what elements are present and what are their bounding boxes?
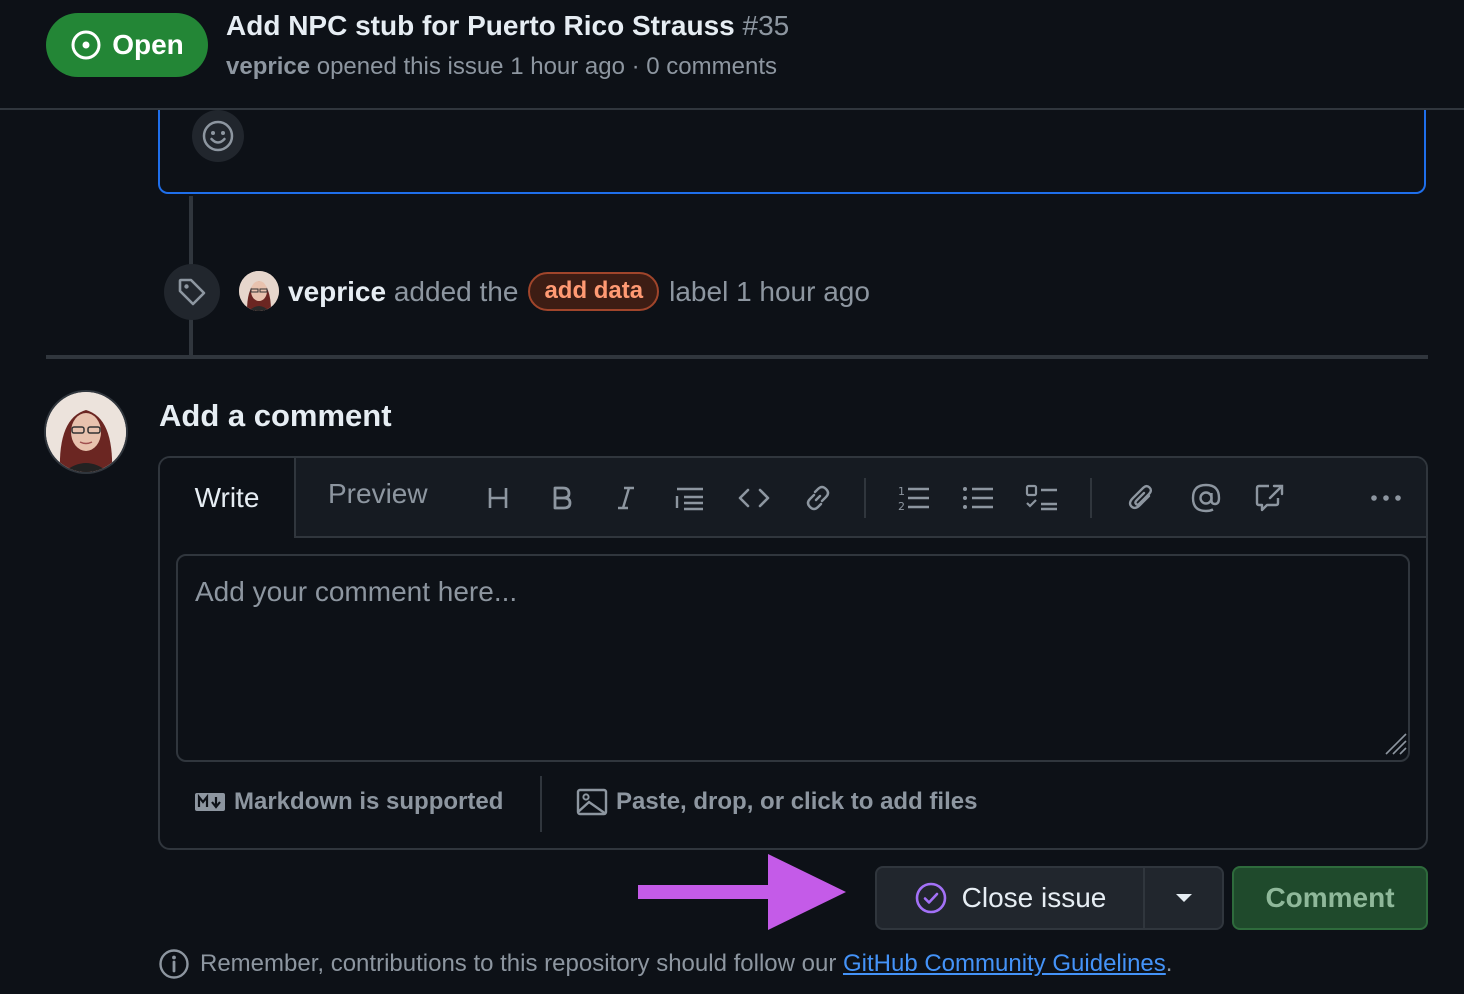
- guidelines-note: Remember, contributions to this reposito…: [158, 948, 1172, 980]
- bold-button[interactable]: [542, 478, 582, 518]
- add-reaction-button[interactable]: [192, 110, 244, 162]
- check-circle-icon: [914, 881, 948, 915]
- task-list-button[interactable]: [1022, 478, 1062, 518]
- close-issue-dropdown[interactable]: [1145, 868, 1222, 928]
- cross-reference-icon: [1254, 482, 1286, 514]
- code-icon: [737, 484, 771, 512]
- mention-button[interactable]: [1186, 478, 1226, 518]
- timeline-divider: [46, 355, 1428, 359]
- close-issue-button[interactable]: Close issue: [877, 868, 1145, 928]
- issue-meta: veprice opened this issue 1 hour ago · 0…: [226, 53, 777, 81]
- heading-icon: [484, 484, 512, 512]
- tab-write[interactable]: Write: [160, 458, 296, 538]
- ordered-list-button[interactable]: 12: [894, 478, 934, 518]
- editor-toolbar: Write Preview 12: [160, 458, 1426, 538]
- tag-icon: [176, 276, 208, 308]
- italic-button[interactable]: [606, 478, 646, 518]
- issue-author-link[interactable]: veprice: [226, 53, 310, 80]
- community-guidelines-link[interactable]: GitHub Community Guidelines: [843, 950, 1166, 977]
- task-list-icon: [1025, 483, 1059, 513]
- issue-header: Open Add NPC stub for Puerto Rico Straus…: [0, 0, 1464, 110]
- files-note: Paste, drop, or click to add files: [616, 788, 978, 815]
- issue-title: Add NPC stub for Puerto Rico Strauss #35: [226, 10, 789, 42]
- ordered-list-icon: 12: [897, 483, 931, 513]
- smiley-icon: [201, 119, 235, 153]
- bold-icon: [548, 484, 576, 512]
- markdown-icon: [194, 792, 226, 812]
- issue-opened-text: opened this issue 1 hour ago · 0 comment…: [316, 53, 777, 80]
- markdown-note: Markdown is supported: [234, 788, 504, 815]
- unordered-list-icon: [961, 483, 995, 513]
- close-issue-label: Close issue: [961, 882, 1107, 913]
- add-files-button[interactable]: Paste, drop, or click to add files: [576, 788, 977, 816]
- issue-state-label: Open: [112, 29, 184, 60]
- cross-reference-button[interactable]: [1250, 478, 1290, 518]
- issue-opened-icon: [70, 29, 102, 61]
- avatar[interactable]: [239, 271, 279, 311]
- footer-divider: [540, 776, 542, 832]
- tab-preview[interactable]: Preview: [328, 478, 428, 510]
- mention-icon: [1190, 482, 1222, 514]
- issue-number: #35: [742, 10, 790, 41]
- link-button[interactable]: [798, 478, 838, 518]
- issue-title-text: Add NPC stub for Puerto Rico Strauss: [226, 10, 735, 41]
- event-actor-link[interactable]: veprice: [288, 276, 386, 308]
- kebab-icon: [1369, 493, 1403, 503]
- svg-text:2: 2: [898, 500, 905, 513]
- attach-file-button[interactable]: [1122, 478, 1162, 518]
- info-icon: [158, 948, 190, 980]
- svg-text:1: 1: [898, 485, 905, 498]
- guidelines-text: Remember, contributions to this reposito…: [200, 950, 837, 977]
- triangle-down-icon: [1175, 893, 1193, 903]
- comment-button[interactable]: Comment: [1232, 866, 1428, 930]
- toolbar-divider: [1090, 478, 1092, 518]
- toolbar-divider: [864, 478, 866, 518]
- comment-textarea[interactable]: [176, 554, 1410, 762]
- resize-handle[interactable]: [1382, 730, 1408, 756]
- comment-editor: Write Preview 12 Markdown is supported P…: [158, 456, 1428, 850]
- markdown-supported-link[interactable]: Markdown is supported: [194, 788, 503, 816]
- unordered-list-button[interactable]: [958, 478, 998, 518]
- more-options-button[interactable]: [1366, 478, 1406, 518]
- label-event-text: veprice added the add data label 1 hour …: [288, 272, 870, 311]
- quote-button[interactable]: [670, 478, 710, 518]
- code-button[interactable]: [734, 478, 774, 518]
- guidelines-end: .: [1165, 950, 1173, 977]
- current-user-avatar[interactable]: [46, 392, 126, 472]
- label-event-badge: [164, 264, 220, 320]
- heading-button[interactable]: [478, 478, 518, 518]
- add-comment-heading: Add a comment: [159, 398, 392, 433]
- link-icon: [803, 483, 833, 513]
- event-suffix: label 1 hour ago: [669, 275, 870, 307]
- issue-state-badge: Open: [46, 13, 208, 77]
- event-action: added the: [393, 275, 519, 307]
- label-pill[interactable]: add data: [528, 272, 660, 311]
- close-issue-button-group: Close issue: [875, 866, 1224, 930]
- quote-icon: [674, 484, 706, 512]
- italic-icon: [612, 484, 640, 512]
- image-icon: [576, 788, 608, 816]
- paperclip-icon: [1127, 483, 1157, 513]
- annotation-arrow: [636, 852, 850, 932]
